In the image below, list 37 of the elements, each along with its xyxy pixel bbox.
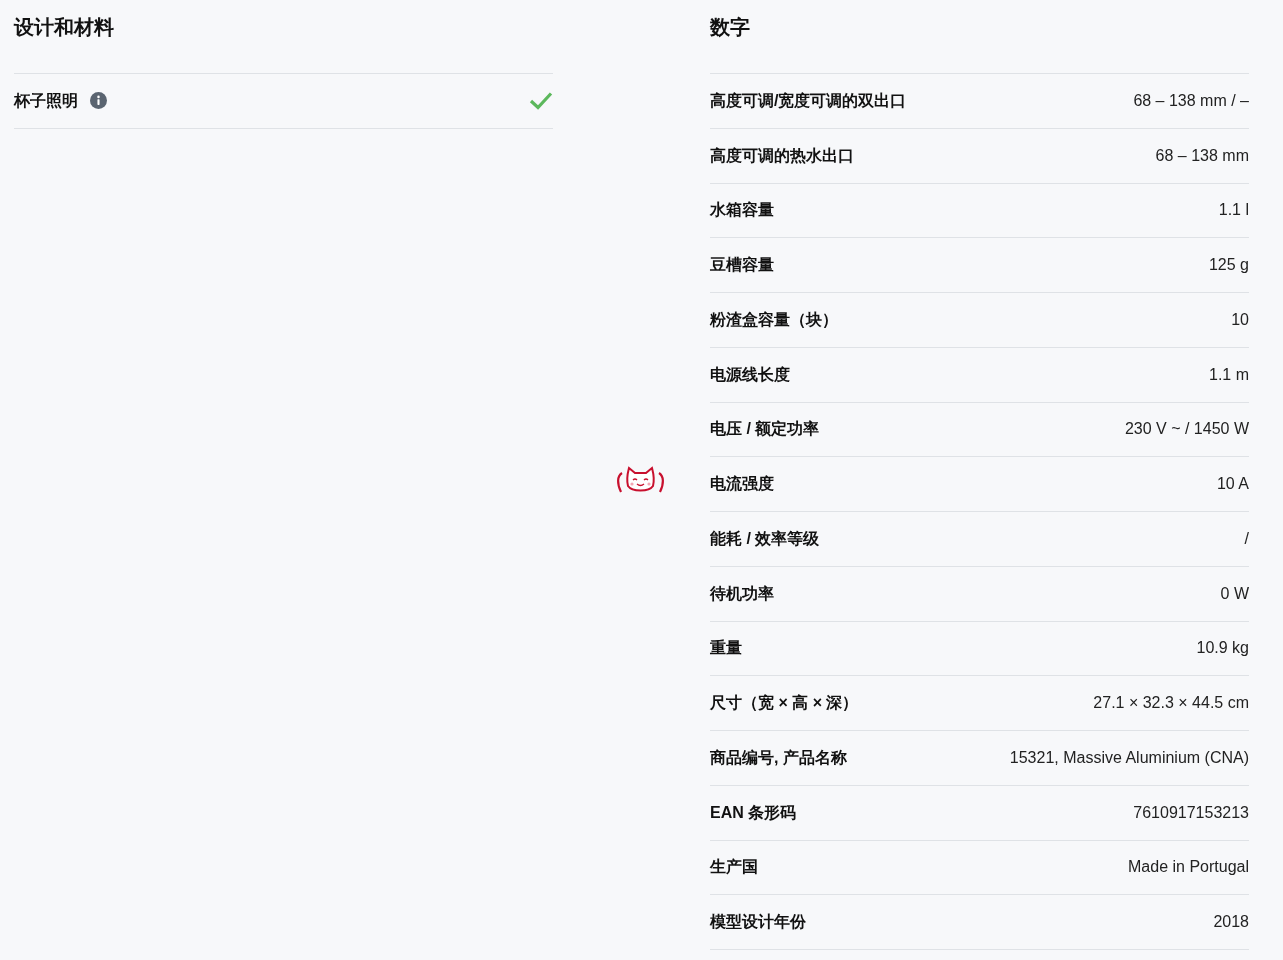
- spec-value: 68 – 138 mm / –: [1133, 90, 1249, 111]
- spec-label: 电压 / 额定功率: [710, 419, 820, 440]
- spec-label: 生产国: [710, 857, 758, 878]
- spec-value: Made in Portugal: [1128, 857, 1249, 878]
- spec-label: 重量: [710, 638, 742, 659]
- spec-label: 水箱容量: [710, 200, 774, 221]
- spec-label: 杯子照明: [14, 90, 78, 111]
- spec-value: 10: [1231, 309, 1249, 330]
- spec-value: 27.1 × 32.3 × 44.5 cm: [1093, 693, 1249, 714]
- spec-label: EAN 条形码: [710, 802, 797, 823]
- spec-label: 尺寸（宽 × 高 × 深）: [710, 693, 859, 714]
- section-heading: 数字: [710, 15, 751, 40]
- spec-label: 豆槽容量: [710, 255, 774, 276]
- spec-label: 模型设计年份: [710, 912, 806, 933]
- spec-label: 粉渣盒容量（块）: [710, 309, 838, 330]
- spec-label: 能耗 / 效率等级: [710, 528, 820, 549]
- spec-label: 电流强度: [710, 474, 774, 495]
- spec-value: 68 – 138 mm: [1155, 145, 1249, 166]
- spec-label: 高度可调的热水出口: [710, 145, 854, 166]
- spec-value: 10 A: [1216, 474, 1249, 495]
- spec-value: 7610917153213: [1133, 802, 1249, 823]
- spec-value: 230 V ~ / 1450 W: [1124, 419, 1249, 440]
- spec-label: 高度可调/宽度可调的双出口: [710, 90, 907, 111]
- spec-label: 电源线长度: [710, 364, 790, 385]
- spec-value: /: [1244, 528, 1249, 549]
- spec-value: 2018: [1213, 912, 1249, 933]
- section-heading: 设计和材料: [14, 15, 115, 40]
- spec-value: 1.1 m: [1209, 364, 1249, 385]
- spec-label: 商品编号, 产品名称: [710, 747, 847, 768]
- spec-value: 15321, Massive Aluminium (CNA): [1009, 747, 1249, 768]
- spec-value: 1.1 l: [1218, 200, 1249, 221]
- spec-label: 待机功率: [710, 583, 774, 604]
- spec-value: 0 W: [1220, 583, 1249, 604]
- cat-face-icon[interactable]: [616, 466, 665, 494]
- spec-value: 10.9 kg: [1196, 638, 1249, 659]
- spec-value: 125 g: [1208, 255, 1249, 276]
- info-icon[interactable]: [90, 92, 107, 110]
